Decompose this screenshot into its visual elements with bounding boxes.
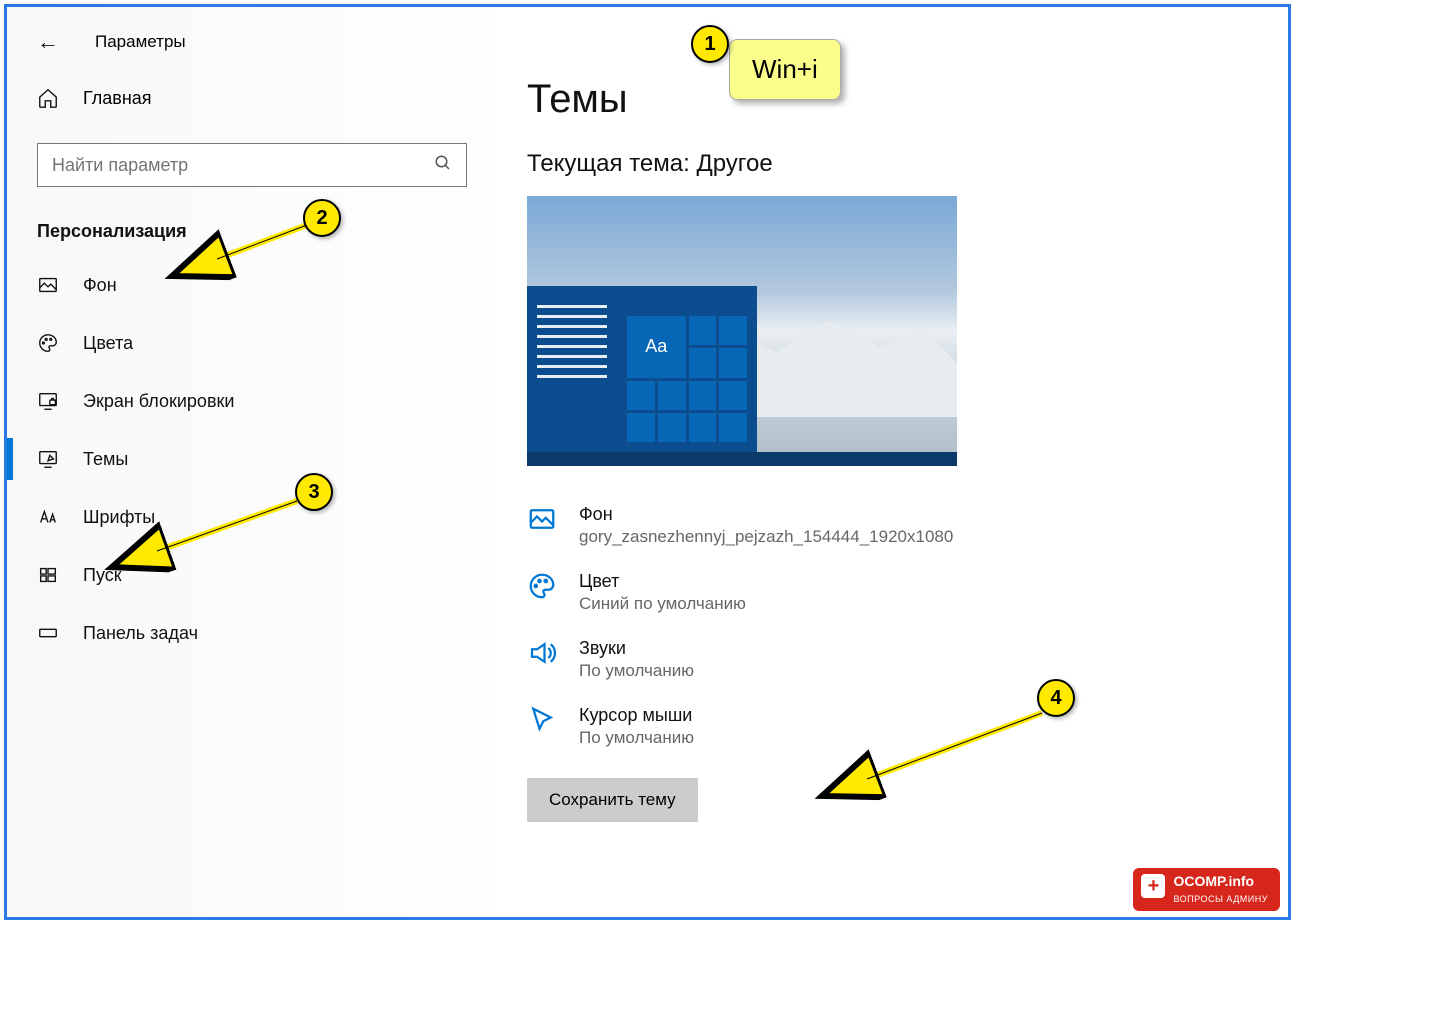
lock-screen-icon	[37, 390, 59, 412]
home-button[interactable]: Главная	[7, 73, 497, 123]
watermark-sub: ВОПРОСЫ АДМИНУ	[1173, 894, 1268, 904]
sidebar-item-colors[interactable]: Цвета	[7, 314, 497, 372]
setting-sounds[interactable]: Звуки По умолчанию	[527, 626, 1258, 693]
plus-icon: +	[1141, 874, 1165, 898]
palette-icon	[37, 332, 59, 354]
preview-start-menu: Aa	[527, 286, 757, 452]
setting-subtitle: По умолчанию	[579, 661, 694, 681]
annotation-badge-2: 2	[303, 199, 341, 237]
preview-taskbar	[527, 452, 957, 466]
setting-subtitle: По умолчанию	[579, 728, 694, 748]
sidebar-item-taskbar[interactable]: Панель задач	[7, 604, 497, 662]
setting-subtitle: Синий по умолчанию	[579, 594, 746, 614]
setting-title: Фон	[579, 504, 953, 525]
watermark-main: OCOMP.info	[1173, 873, 1254, 889]
sound-icon	[527, 638, 557, 668]
back-arrow-icon[interactable]: ←	[37, 29, 59, 55]
image-icon	[37, 274, 59, 296]
search-input[interactable]	[52, 155, 434, 176]
settings-window: ← Параметры Главная Персонализация Фон Ц…	[4, 4, 1291, 920]
search-icon	[434, 154, 452, 177]
current-theme-label: Текущая тема: Другое	[527, 150, 1258, 178]
annotation-arrow-4	[857, 707, 1057, 797]
sidebar-item-label: Цвета	[83, 333, 133, 354]
setting-color[interactable]: Цвет Синий по умолчанию	[527, 559, 1258, 626]
annotation-badge-3: 3	[295, 473, 333, 511]
preview-sample-tile: Aa	[627, 316, 686, 378]
annotation-callout-1: Win+i	[729, 39, 841, 100]
sidebar: ← Параметры Главная Персонализация Фон Ц…	[7, 7, 497, 917]
cursor-icon	[527, 705, 557, 735]
setting-title: Звуки	[579, 638, 694, 659]
watermark: + OCOMP.info ВОПРОСЫ АДМИНУ	[1133, 868, 1280, 911]
search-box[interactable]	[37, 143, 467, 187]
home-label: Главная	[83, 88, 152, 109]
save-theme-button[interactable]: Сохранить тему	[527, 778, 698, 822]
fonts-icon	[37, 506, 59, 528]
setting-title: Цвет	[579, 571, 746, 592]
setting-title: Курсор мыши	[579, 705, 694, 726]
taskbar-icon	[37, 622, 59, 644]
themes-icon	[37, 448, 59, 470]
setting-subtitle: gory_zasnezhennyj_pejzazh_154444_1920x10…	[579, 527, 953, 547]
theme-preview[interactable]: Aa	[527, 196, 957, 466]
window-title: Параметры	[95, 32, 186, 52]
annotation-arrow-3	[147, 495, 307, 565]
sidebar-item-label: Экран блокировки	[83, 391, 234, 412]
sidebar-item-label: Панель задач	[83, 623, 198, 644]
sidebar-item-label: Шрифты	[83, 507, 155, 528]
palette-icon	[527, 571, 557, 601]
image-icon	[527, 504, 557, 534]
sidebar-item-lockscreen[interactable]: Экран блокировки	[7, 372, 497, 430]
header-row: ← Параметры	[7, 23, 497, 73]
home-icon	[37, 87, 59, 109]
annotation-arrow-2	[207, 217, 317, 277]
start-icon	[37, 564, 59, 586]
sidebar-item-label: Пуск	[83, 565, 122, 586]
annotation-badge-4: 4	[1037, 679, 1075, 717]
setting-background[interactable]: Фон gory_zasnezhennyj_pejzazh_154444_192…	[527, 492, 1258, 559]
page-title: Темы	[527, 77, 1258, 122]
sidebar-item-themes[interactable]: Темы	[7, 430, 497, 488]
sidebar-item-label: Темы	[83, 449, 128, 470]
sidebar-item-label: Фон	[83, 275, 117, 296]
annotation-badge-1: 1	[691, 25, 729, 63]
